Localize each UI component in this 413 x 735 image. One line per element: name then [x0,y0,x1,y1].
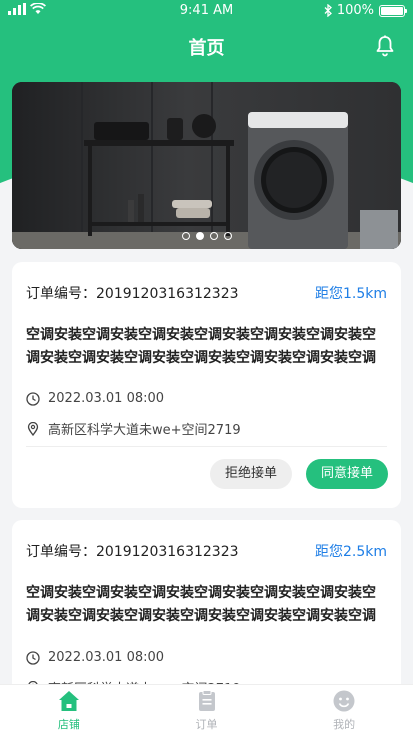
carousel-dot[interactable] [224,232,232,240]
tab-shop[interactable]: 店铺 [0,685,138,735]
carousel-dot[interactable] [210,232,218,240]
home-icon [58,691,79,711]
accept-order-button[interactable]: 同意接单 [306,459,388,489]
tab-label: 订单 [195,718,218,731]
divider [26,446,387,447]
bottom-tab-bar: 店铺 订单 我的 [0,684,413,735]
battery-icon [379,4,407,17]
tab-mine[interactable]: 我的 [275,685,413,735]
carousel-indicator [182,232,232,240]
order-time: 2022.03.01 08:00 [26,650,164,665]
bluetooth-icon [324,4,332,17]
order-distance: 距您2.5km [314,544,387,560]
order-date: 2022.03.01 08:00 [48,650,165,665]
tab-label: 我的 [333,718,356,731]
status-bar: 9:41 AM 100% [0,0,413,22]
order-distance: 距您1.5km [314,286,387,302]
order-description: 空调安装空调安装空调安装空调安装空调安装空调安装空调安装空调安装空调安装空调安装… [26,585,376,624]
banner-carousel[interactable] [12,82,401,249]
page-title: 首页 [188,38,225,59]
order-description: 空调安装空调安装空调安装空调安装空调安装空调安装空调安装空调安装空调安装空调安装… [26,327,376,366]
order-date: 2022.03.01 08:00 [48,391,165,406]
order-address: 高新区科学大道未we+空间2719 [48,423,241,438]
battery-group: 100% [324,3,407,18]
order-card[interactable]: 订单编号：2019120316312323 距您1.5km 空调安装空调安装空调… [12,262,401,508]
location-icon [27,421,39,436]
carousel-dot[interactable] [182,232,190,240]
banner-image [12,82,401,249]
carousel-dot-active[interactable] [196,232,204,240]
clock-icon [26,391,40,406]
battery-percent: 100% [336,3,374,18]
order-location: 高新区科学大道未we+空间2719 [26,419,241,438]
tab-label: 店铺 [57,718,80,731]
smile-icon [333,690,355,712]
reject-order-button[interactable]: 拒绝接单 [210,459,292,489]
bell-icon[interactable] [373,34,397,58]
tab-orders[interactable]: 订单 [138,685,276,735]
clock-icon [26,650,40,665]
order-number: 订单编号：2019120316312323 [26,544,239,560]
order-number: 订单编号：2019120316312323 [26,286,239,302]
order-time: 2022.03.01 08:00 [26,391,164,406]
order-icon [198,690,215,711]
